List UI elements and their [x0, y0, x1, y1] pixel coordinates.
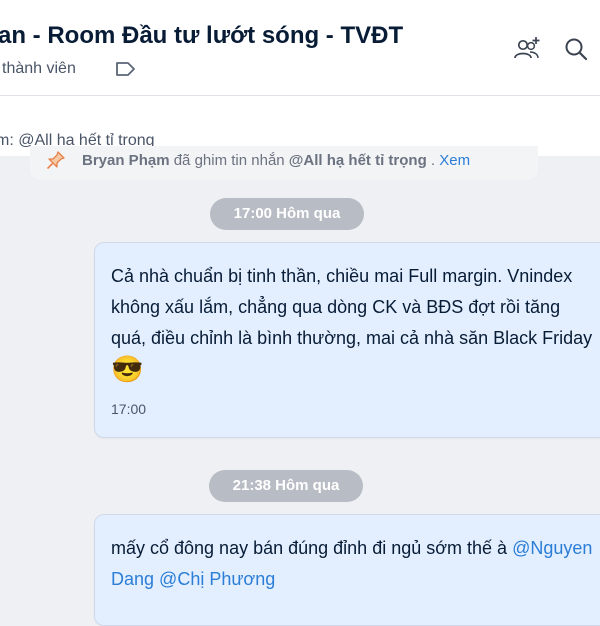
message-line: Dang @Chị Phương [111, 564, 600, 595]
message-line: quá, điều chỉnh là bình thường, mai cả n… [111, 328, 593, 348]
add-member-icon [514, 37, 540, 59]
mention-link[interactable]: @Nguyen [512, 538, 592, 558]
message-bubble[interactable]: mấy cổ đông nay bán đúng đỉnh đi ngủ sớm… [94, 514, 600, 626]
message-line-text: mấy cổ đông nay bán đúng đỉnh đi ngủ sớm… [111, 538, 513, 558]
tag-icon[interactable] [115, 60, 137, 78]
chat-header: an - Room Đầu tư lướt sóng - TVĐT thành … [0, 0, 600, 96]
pin-notice-message: @All hạ hết tỉ trọng [288, 152, 427, 169]
message-line: không xấu lắm, chẳng qua dòng CK và BĐS … [111, 297, 561, 317]
pin-notice: Bryan Phạm đã ghim tin nhắn @All hạ hết … [30, 146, 538, 180]
message-text: mấy cổ đông nay bán đúng đỉnh đi ngủ sớm… [111, 533, 600, 595]
search-icon [565, 38, 588, 61]
pin-icon [47, 151, 65, 169]
view-pinned-link[interactable]: Xem [439, 152, 470, 169]
sunglasses-emoji: 😎 [111, 354, 144, 384]
add-member-button[interactable] [512, 34, 542, 64]
message-text: Cả nhà chuẩn bị tinh thần, chiều mai Ful… [111, 261, 600, 385]
pin-notice-user: Bryan Phạm [82, 152, 170, 169]
pin-notice-text: Bryan Phạm đã ghim tin nhắn @All hạ hết … [82, 152, 470, 169]
pin-notice-sep: . [426, 152, 440, 169]
message-line: mấy cổ đông nay bán đúng đỉnh đi ngủ sớm… [111, 533, 600, 564]
search-button[interactable] [561, 34, 591, 64]
member-count[interactable]: thành viên [2, 60, 76, 78]
conversation-title[interactable]: an - Room Đầu tư lướt sóng - TVĐT [0, 22, 403, 50]
time-divider: 21:38 Hôm qua [209, 470, 363, 502]
time-divider: 17:00 Hôm qua [210, 198, 364, 230]
mention-link[interactable]: Dang [111, 569, 154, 589]
pin-notice-action: đã ghim tin nhắn [169, 152, 289, 169]
mention-link[interactable]: @Chị Phương [159, 569, 275, 589]
message-line: Cả nhà chuẩn bị tinh thần, chiều mai Ful… [111, 266, 573, 286]
message-bubble[interactable]: Cả nhà chuẩn bị tinh thần, chiều mai Ful… [94, 242, 600, 438]
message-time: 17:00 [111, 401, 147, 417]
